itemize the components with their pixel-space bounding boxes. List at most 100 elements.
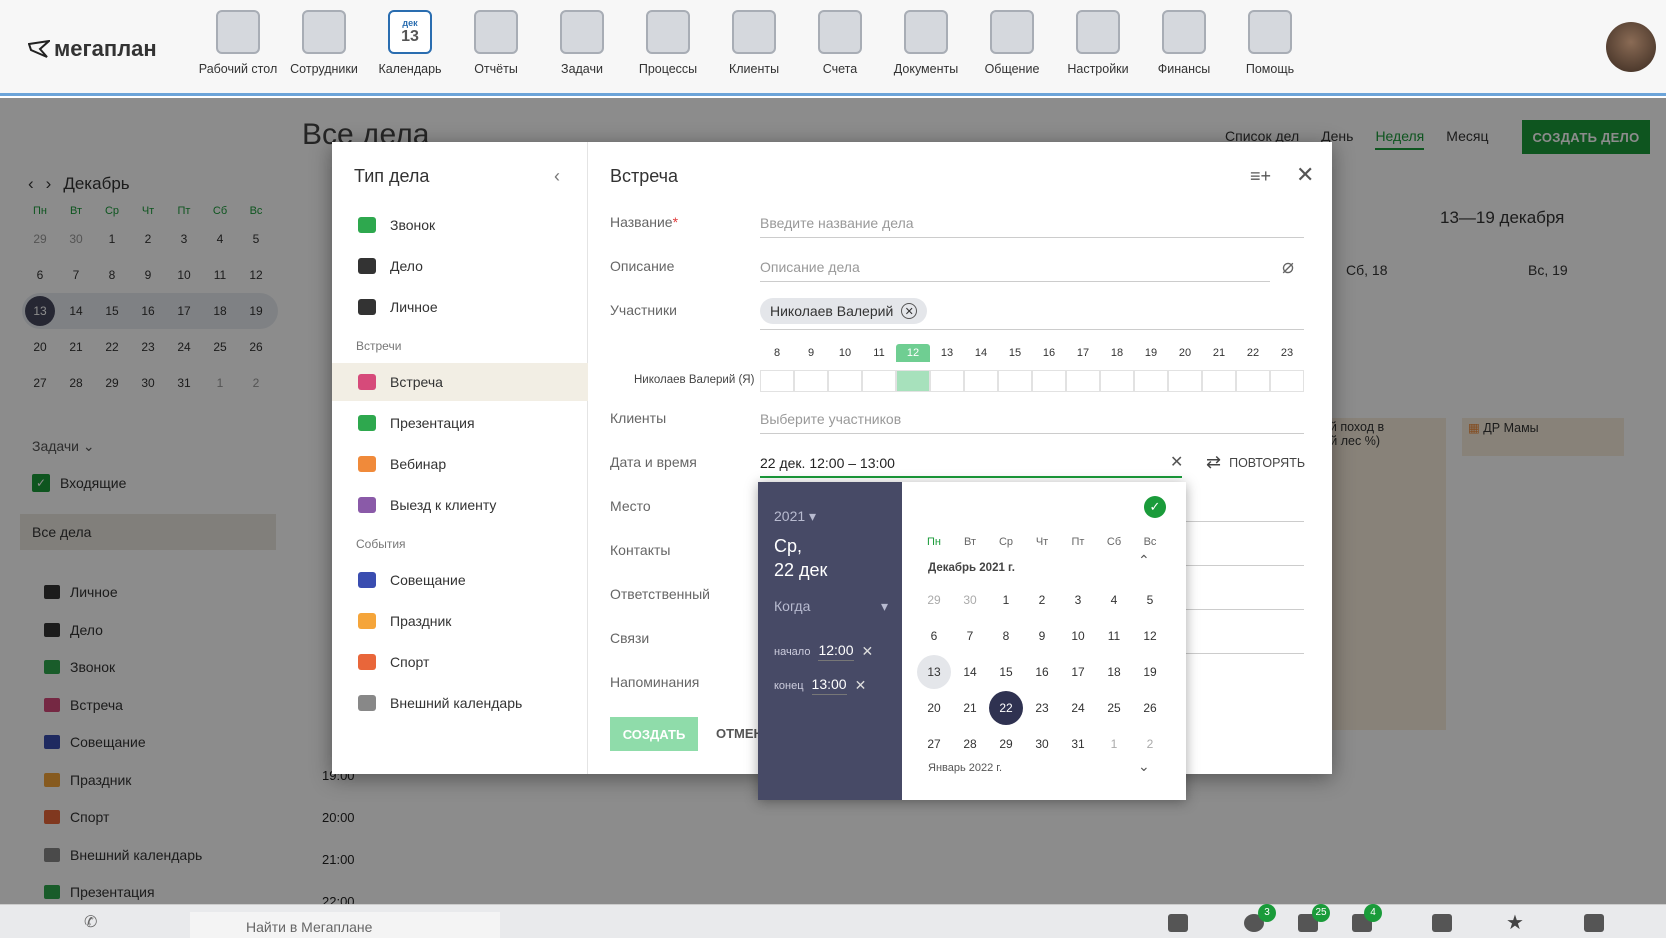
nav-item-7[interactable]: Счета: [797, 10, 883, 90]
picker-day[interactable]: 30: [952, 593, 988, 607]
avatar[interactable]: [1606, 22, 1656, 72]
hour-cell[interactable]: [794, 370, 828, 392]
picker-day[interactable]: 20: [916, 701, 952, 715]
picker-day[interactable]: 31: [1060, 737, 1096, 751]
attach-icon[interactable]: ⌀: [1282, 254, 1294, 279]
type-types_events-2[interactable]: Спорт: [332, 643, 588, 681]
create-button[interactable]: СОЗДАТЬ: [610, 717, 698, 751]
picker-day[interactable]: 5: [1132, 593, 1168, 607]
hour-cell[interactable]: [998, 370, 1032, 392]
type-types_top-0[interactable]: Звонок: [332, 206, 588, 244]
gift-icon[interactable]: [1168, 914, 1188, 932]
nav-item-5[interactable]: Процессы: [625, 10, 711, 90]
picker-day[interactable]: 1: [1096, 737, 1132, 751]
responsible-field[interactable]: [1182, 584, 1304, 610]
clear-start-icon[interactable]: ✕: [862, 643, 874, 660]
type-types_meet-3[interactable]: Выезд к клиенту: [332, 486, 588, 524]
messages-icon[interactable]: [1432, 914, 1452, 932]
prev-month-icon[interactable]: ⌃: [1138, 552, 1150, 569]
picker-day[interactable]: 2: [1132, 737, 1168, 751]
type-types_meet-2[interactable]: Вебинар: [332, 445, 588, 483]
type-types_events-1[interactable]: Праздник: [332, 602, 588, 640]
next-month-icon[interactable]: ⌄: [1138, 758, 1150, 775]
picker-day[interactable]: 23: [1024, 701, 1060, 715]
picker-day[interactable]: 29: [916, 593, 952, 607]
clear-datetime-icon[interactable]: ✕: [1170, 452, 1183, 472]
hour-cell[interactable]: [964, 370, 998, 392]
clear-end-icon[interactable]: ✕: [855, 677, 867, 694]
datetime-input[interactable]: 22 дек. 12:00 – 13:00: [760, 452, 1182, 478]
picker-day[interactable]: 1: [988, 593, 1024, 607]
picker-day[interactable]: 19: [1132, 665, 1168, 679]
picker-day[interactable]: 13: [916, 655, 952, 689]
picker-day[interactable]: 25: [1096, 701, 1132, 715]
picker-day[interactable]: 18: [1096, 665, 1132, 679]
picker-day[interactable]: 28: [952, 737, 988, 751]
description-input[interactable]: Описание дела: [760, 256, 1270, 282]
confirm-icon[interactable]: ✓: [1144, 496, 1166, 518]
contacts-select[interactable]: [1182, 540, 1304, 566]
hour-cell[interactable]: [1202, 370, 1236, 392]
picker-day[interactable]: 6: [916, 629, 952, 643]
participant-chip[interactable]: Николаев Валерий ✕: [760, 298, 928, 324]
star-icon[interactable]: ★: [1506, 910, 1524, 935]
picker-day[interactable]: 8: [988, 629, 1024, 643]
picker-day[interactable]: 27: [916, 737, 952, 751]
type-types_top-2[interactable]: Личное: [332, 288, 588, 326]
picker-day[interactable]: 26: [1132, 701, 1168, 715]
logo[interactable]: мегаплан: [28, 36, 157, 62]
nav-item-3[interactable]: Отчёты: [453, 10, 539, 90]
picker-day[interactable]: 4: [1096, 593, 1132, 607]
collapse-icon[interactable]: ‹: [554, 166, 560, 187]
global-search[interactable]: Найти в Мегаплане: [190, 912, 500, 938]
picker-day[interactable]: 30: [1024, 737, 1060, 751]
remove-participant-icon[interactable]: ✕: [901, 303, 918, 319]
nav-item-4[interactable]: Задачи: [539, 10, 625, 90]
nav-item-8[interactable]: Документы: [883, 10, 969, 90]
hour-cell[interactable]: [760, 370, 794, 392]
hour-cell[interactable]: [1168, 370, 1202, 392]
hour-cell[interactable]: [862, 370, 896, 392]
picker-day[interactable]: 21: [952, 701, 988, 715]
name-input[interactable]: Введите название дела: [760, 212, 1304, 238]
hour-cell[interactable]: [1236, 370, 1270, 392]
cancel-button[interactable]: ОТМЕН: [716, 726, 763, 741]
picker-day[interactable]: 22: [988, 691, 1024, 725]
add-field-icon[interactable]: ≡+: [1250, 166, 1271, 187]
nav-item-10[interactable]: Настройки: [1055, 10, 1141, 90]
nav-item-1[interactable]: Сотрудники: [281, 10, 367, 90]
phone-icon[interactable]: ✆: [84, 912, 97, 932]
year-select[interactable]: 2021 ▾: [774, 508, 816, 525]
nav-item-9[interactable]: Общение: [969, 10, 1055, 90]
hour-cell[interactable]: [1134, 370, 1168, 392]
start-time[interactable]: начало 12:00 ✕: [774, 642, 873, 661]
hour-cell[interactable]: [1032, 370, 1066, 392]
type-types_events-0[interactable]: Совещание: [332, 561, 588, 599]
picker-day[interactable]: 7: [952, 629, 988, 643]
picker-day[interactable]: 12: [1132, 629, 1168, 643]
hour-cell[interactable]: [896, 370, 930, 392]
links-field[interactable]: [1182, 628, 1304, 654]
repeat-button[interactable]: ⇄ ПОВТОРЯТЬ: [1206, 452, 1305, 473]
hour-cell[interactable]: [1100, 370, 1134, 392]
clients-input[interactable]: Выберите участников: [760, 408, 1304, 434]
type-types_meet-1[interactable]: Презентация: [332, 404, 588, 442]
picker-day[interactable]: 3: [1060, 593, 1096, 607]
picker-day[interactable]: 15: [988, 665, 1024, 679]
nav-item-11[interactable]: Финансы: [1141, 10, 1227, 90]
picker-day[interactable]: 17: [1060, 665, 1096, 679]
picker-day[interactable]: 14: [952, 665, 988, 679]
picker-day[interactable]: 10: [1060, 629, 1096, 643]
hour-cell[interactable]: [828, 370, 862, 392]
when-select[interactable]: Когда ▾: [774, 598, 888, 615]
book-icon[interactable]: [1584, 914, 1604, 932]
type-types_meet-0[interactable]: Встреча: [332, 363, 588, 401]
picker-day[interactable]: 16: [1024, 665, 1060, 679]
nav-item-6[interactable]: Клиенты: [711, 10, 797, 90]
close-icon[interactable]: ✕: [1296, 162, 1314, 188]
nav-item-0[interactable]: Рабочий стол: [195, 10, 281, 90]
type-types_events-3[interactable]: Внешний календарь: [332, 684, 588, 722]
hour-cell[interactable]: [1066, 370, 1100, 392]
picker-day[interactable]: 24: [1060, 701, 1096, 715]
picker-day[interactable]: 11: [1096, 629, 1132, 643]
